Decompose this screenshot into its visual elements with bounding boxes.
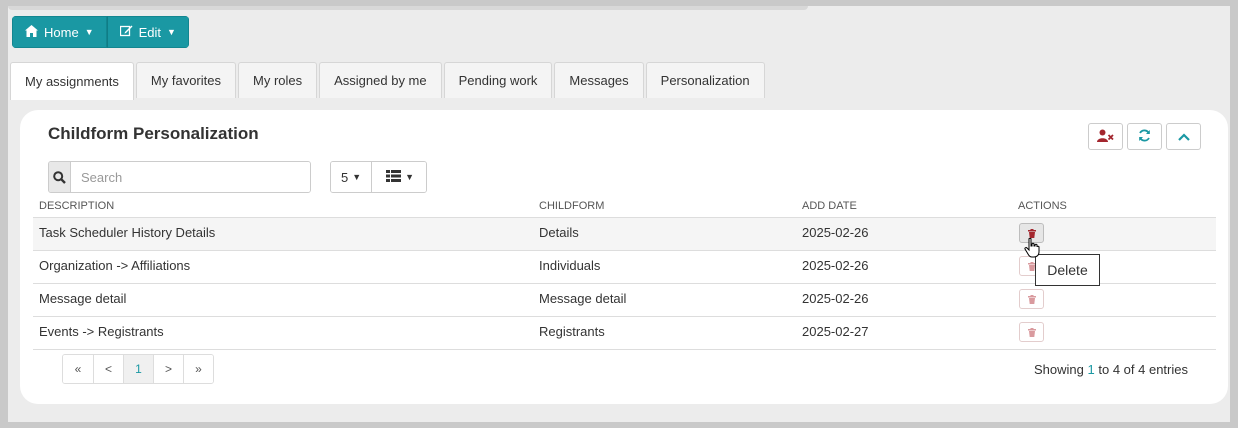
pagination-page-current[interactable]: 1 [123, 355, 153, 383]
tab-personalization[interactable]: Personalization [645, 62, 765, 98]
trash-icon [1027, 325, 1036, 340]
chevron-down-icon: ▼ [352, 172, 362, 182]
home-icon [25, 24, 38, 40]
showing-suffix: entries [1145, 362, 1188, 377]
tab-my-roles[interactable]: My roles [238, 62, 318, 98]
column-header-childform[interactable]: CHILDFORM [539, 198, 802, 217]
showing-prefix: Showing [1034, 362, 1088, 377]
collapse-button[interactable] [1166, 123, 1201, 150]
showing-to: 4 [1112, 362, 1121, 377]
page-size-group: 5 ▼ ▼ [330, 161, 428, 193]
table-row[interactable]: Message detail Message detail 2025-02-26 [33, 284, 1216, 317]
chevron-down-icon: ▼ [84, 27, 94, 37]
list-icon [386, 169, 402, 185]
edit-icon [119, 25, 133, 40]
column-header-description[interactable]: DESCRIPTION [33, 198, 539, 217]
panel-title: Childform Personalization [48, 124, 259, 143]
tab-messages[interactable]: Messages [554, 62, 644, 98]
tab-bar: My assignments My favorites My roles Ass… [10, 62, 767, 100]
showing-to-word: to [1094, 362, 1113, 377]
cell-childform: Individuals [539, 258, 601, 273]
pagination: « < 1 > » [62, 354, 214, 384]
column-header-actions: ACTIONS [1018, 200, 1067, 212]
pagination-next[interactable]: > [153, 355, 183, 383]
column-header-add-date[interactable]: ADD DATE [802, 198, 1018, 217]
pagination-last[interactable]: » [183, 355, 213, 383]
cell-add-date: 2025-02-27 [802, 324, 869, 339]
page-size-value: 5 [341, 169, 349, 185]
remove-user-button[interactable] [1088, 123, 1123, 150]
page-size-dropdown[interactable]: 5 ▼ [331, 162, 372, 192]
columns-toggle-button[interactable]: ▼ [371, 162, 427, 192]
top-button-group: Home ▼ Edit ▼ [12, 16, 189, 48]
cell-actions [1018, 317, 1216, 349]
pagination-first[interactable]: « [63, 355, 93, 383]
search-icon [49, 162, 71, 192]
tab-my-favorites[interactable]: My favorites [135, 62, 236, 98]
search-group [48, 161, 311, 193]
table-header: DESCRIPTION CHILDFORM ADD DATE ACTIONS [33, 198, 1216, 218]
cell-description: Message detail [39, 291, 127, 306]
showing-of-word: of [1120, 362, 1139, 377]
showing-from: 1 [1087, 362, 1095, 377]
user-remove-icon [1097, 129, 1114, 145]
search-input[interactable] [71, 162, 310, 192]
delete-button[interactable] [1019, 322, 1044, 342]
cell-childform: Message detail [539, 291, 627, 306]
showing-entries-info: Showing 1 to 4 of 4 entries [1034, 362, 1188, 377]
hand-pointer-cursor-icon [1024, 237, 1040, 261]
tab-pending-work[interactable]: Pending work [443, 62, 553, 98]
tab-assigned-by-me[interactable]: Assigned by me [319, 62, 442, 98]
edit-menu-button[interactable]: Edit ▼ [106, 16, 189, 48]
table-row[interactable]: Events -> Registrants Registrants 2025-0… [33, 317, 1216, 350]
chevron-up-icon [1177, 129, 1190, 144]
cell-description: Task Scheduler History Details [39, 225, 216, 240]
cell-add-date: 2025-02-26 [802, 291, 869, 306]
cell-childform: Details [539, 225, 579, 240]
page-frame: Home ▼ Edit ▼ My assignments My favorite… [8, 6, 1230, 422]
cell-description: Events -> Registrants [39, 324, 164, 339]
cell-add-date: 2025-02-26 [802, 225, 869, 240]
trash-icon [1027, 292, 1036, 307]
refresh-icon [1138, 129, 1151, 145]
home-menu-label: Home [44, 24, 79, 40]
chevron-down-icon: ▼ [167, 27, 176, 37]
cell-childform: Registrants [539, 324, 605, 339]
top-strip [8, 6, 808, 10]
tab-my-assignments[interactable]: My assignments [10, 62, 134, 100]
delete-tooltip: Delete [1035, 254, 1100, 286]
cell-actions [1018, 218, 1216, 250]
cell-actions [1018, 284, 1216, 316]
cell-add-date: 2025-02-26 [802, 258, 869, 273]
chevron-down-icon: ▼ [405, 172, 415, 182]
panel-actions [1088, 123, 1201, 150]
delete-button[interactable] [1019, 289, 1044, 309]
home-menu-button[interactable]: Home ▼ [12, 16, 107, 48]
pagination-prev[interactable]: < [93, 355, 123, 383]
cell-description: Organization -> Affiliations [39, 258, 191, 273]
edit-menu-label: Edit [138, 24, 162, 40]
refresh-button[interactable] [1127, 123, 1162, 150]
